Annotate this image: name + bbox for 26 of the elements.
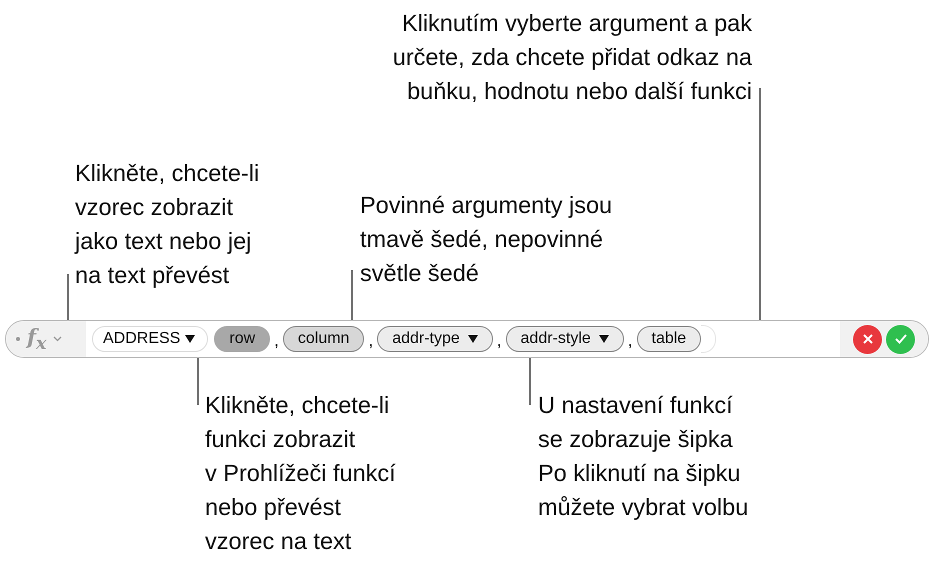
triangle-icon: [185, 335, 196, 343]
accept-button[interactable]: [886, 324, 915, 354]
callout-text: Klikněte, chcete-li vzorec zobrazit jako text nebo jej na text převést: [75, 159, 260, 290]
end-token: [701, 325, 716, 353]
argument-token[interactable]: addr-style: [506, 326, 624, 352]
comma: ,: [496, 331, 503, 351]
argument-token[interactable]: table: [636, 326, 702, 352]
argument-token[interactable]: addr-type: [377, 326, 493, 352]
argument-token[interactable]: column: [282, 326, 364, 352]
close-icon: [862, 333, 874, 345]
checkmark-icon: [894, 333, 908, 345]
callout-text: Povinné argumenty jsou tmavě šedé, nepovinné světle šedé: [360, 191, 614, 288]
comma: ,: [367, 331, 374, 351]
comma: ,: [273, 331, 280, 351]
leader-line: [351, 270, 353, 322]
callout-text: Klikněte, chcete-li funkci zobrazit v Prohlížeči funkcí nebo převést vzorec na text: [205, 391, 397, 556]
callout-text: U nastavení funkcí se zobrazuje šipka Po kliknutí na šipku můžete vybrat volbu: [538, 391, 750, 522]
cancel-button[interactable]: [853, 324, 882, 354]
chevron-icon[interactable]: [53, 336, 62, 342]
triangle-icon: [468, 335, 478, 343]
function-token[interactable]: ADDRESS: [92, 326, 208, 352]
dot-icon[interactable]: [16, 337, 20, 341]
callout-text: Kliknutím vyberte argument a pak určete, zda chcete přidat odkaz na buňku, hodnotu nebo další funkci: [392, 9, 752, 106]
comma: ,: [626, 331, 634, 351]
argument-token[interactable]: row: [214, 326, 270, 352]
triangle-icon: [598, 335, 609, 343]
